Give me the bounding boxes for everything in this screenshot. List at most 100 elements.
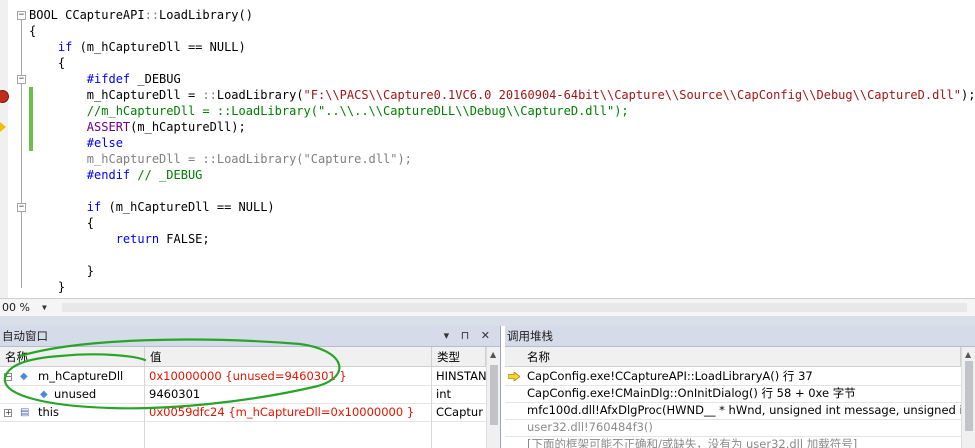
code-token: if — [86, 200, 102, 214]
autos-type: CCaptur — [436, 405, 483, 419]
autos-value[interactable]: 0x10000000 {unused=9460301 } — [149, 368, 429, 385]
collapse-icon[interactable]: − — [17, 203, 26, 212]
call-stack-header-name[interactable]: 名称 — [505, 347, 961, 367]
code-line[interactable]: return FALSE; — [29, 231, 210, 247]
call-stack-frame[interactable]: CapConfig.exe!CMainDlg::OnInitDialog() 行… — [505, 385, 961, 403]
code-token: if — [57, 40, 73, 54]
code-token: // _DEBUG — [130, 168, 203, 182]
code-line[interactable]: ASSERT(m_hCaptureDll); — [29, 119, 246, 135]
autos-name: unused — [54, 387, 97, 401]
code-editor[interactable]: − − − BOOL CCaptureAPI::LoadLibrary(){ if … — [0, 0, 975, 298]
code-token: { — [29, 216, 95, 230]
code-line[interactable]: #ifdef _DEBUG — [29, 71, 181, 87]
collapse-icon[interactable]: − — [17, 11, 26, 20]
code-line[interactable]: if (m_hCaptureDll == NULL) — [29, 39, 246, 55]
autos-window-controls[interactable]: ▾ ⊓ ✕ — [444, 326, 494, 346]
code-line[interactable]: { — [29, 23, 36, 39]
code-line[interactable]: BOOL CCaptureAPI::LoadLibrary() — [29, 7, 253, 23]
call-stack-title: 调用堆栈 — [507, 329, 553, 343]
code-token: BOOL CCaptureAPI — [29, 8, 145, 22]
object-icon: ▤ — [20, 407, 30, 418]
code-token: { — [29, 56, 66, 70]
expand-icon[interactable]: + — [4, 409, 12, 417]
code-line[interactable]: } — [29, 263, 94, 279]
code-token: (m_hCaptureDll == NULL) — [101, 200, 275, 214]
collapse-icon[interactable]: − — [4, 373, 12, 381]
call-stack-vertical-scrollbar[interactable]: ▲ — [961, 347, 975, 448]
code-line[interactable]: m_hCaptureDll = ::LoadLibrary("Capture.d… — [29, 151, 412, 167]
call-stack-frame[interactable]: [下面的框架可能不正确和/或缺失，没有为 user32.dll 加载符号] — [505, 436, 961, 448]
call-stack-window: 调用堆栈 名称 CapConfig.exe!CCaptureAPI::LoadL… — [505, 326, 975, 448]
code-token: "F:\\PACS\\Capture0.1VC6.0 20160904-64bi… — [303, 88, 961, 102]
autos-header-value[interactable]: 值 — [145, 347, 432, 367]
code-token: ASSERT — [86, 120, 131, 134]
zoom-dropdown-icon[interactable]: ▼ — [42, 303, 47, 312]
current-frame-arrow-icon — [508, 372, 520, 381]
editor-status-bar: 00 % ▼ — [0, 298, 975, 316]
code-token: //m_hCaptureDll = ::LoadLibrary("..\\..\… — [29, 104, 629, 118]
autos-title: 自动窗口 — [2, 329, 48, 343]
autos-row[interactable]: ◆ unused 9460301 int — [0, 386, 500, 404]
autos-name: m_hCaptureDll — [38, 369, 124, 383]
autos-header-name[interactable]: 名称 — [0, 347, 145, 367]
call-stack-frame-text: user32.dll!760484f3() — [527, 420, 653, 434]
code-line[interactable]: #endif // _DEBUG — [29, 167, 203, 183]
autos-title-bar: 自动窗口 ▾ ⊓ ✕ — [0, 326, 500, 347]
autos-window: 自动窗口 ▾ ⊓ ✕ 名称 值 类型 − ◆ m_hCaptureDll 0x1000… — [0, 326, 501, 448]
code-line[interactable]: { — [29, 215, 94, 231]
call-stack-frame[interactable]: user32.dll!760484f3() — [505, 419, 961, 437]
code-token: } — [29, 280, 66, 294]
call-stack-frame-text: CapConfig.exe!CMainDlg::OnInitDialog() 行… — [527, 386, 856, 400]
scroll-thumb[interactable] — [965, 361, 973, 431]
call-stack-frame-text: mfc100d.dll!AfxDlgProc(HWND__ * hWnd, un… — [527, 403, 961, 417]
code-line[interactable]: #else — [29, 135, 123, 151]
code-token: :: — [144, 8, 160, 22]
code-line[interactable]: m_hCaptureDll = ::LoadLibrary("F:\\PACS\… — [29, 87, 975, 103]
code-token: { — [29, 24, 37, 38]
code-line[interactable]: } — [29, 279, 65, 295]
call-stack-frame-text: [下面的框架可能不正确和/或缺失，没有为 user32.dll 加载符号] — [527, 437, 858, 448]
code-token: LoadLibrary() — [159, 8, 253, 22]
code-line[interactable]: if (m_hCaptureDll == NULL) — [29, 199, 275, 215]
call-stack-frame[interactable]: mfc100d.dll!AfxDlgProc(HWND__ * hWnd, un… — [505, 402, 961, 420]
call-stack-frame-text: CapConfig.exe!CCaptureAPI::LoadLibraryA(… — [527, 369, 813, 383]
code-token: #ifdef — [86, 72, 131, 86]
autos-header-type[interactable]: 类型 — [432, 347, 486, 367]
scroll-thumb[interactable] — [490, 365, 498, 425]
code-token: #else — [86, 136, 123, 150]
autos-value[interactable]: 0x0059dfc24 {m_hCaptureDll=0x10000000 } — [149, 404, 429, 421]
autos-row[interactable]: − ◆ m_hCaptureDll 0x10000000 {unused=946030… — [0, 368, 500, 386]
call-stack-frame[interactable]: CapConfig.exe!CCaptureAPI::LoadLibraryA(… — [505, 368, 961, 386]
code-token: FALSE; — [159, 232, 210, 246]
call-stack-title-bar: 调用堆栈 — [505, 326, 975, 347]
code-token: } — [29, 264, 95, 278]
code-token: ); — [961, 88, 975, 102]
autos-row[interactable]: + ▤ this 0x0059dfc24 {m_hCaptureDll=0x10000… — [0, 404, 500, 422]
code-token: (m_hCaptureDll); — [130, 120, 246, 134]
collapse-icon[interactable]: − — [17, 75, 26, 84]
horizontal-scrollbar[interactable] — [62, 303, 967, 312]
panel-splitter[interactable] — [0, 316, 975, 326]
outline-line — [21, 84, 22, 174]
code-token: _DEBUG — [130, 72, 181, 86]
autos-name: this — [38, 405, 59, 419]
scroll-up-icon[interactable]: ▲ — [965, 350, 971, 359]
autos-vertical-scrollbar[interactable]: ▲ — [486, 347, 500, 448]
variable-icon: ◆ — [40, 389, 48, 400]
code-line[interactable]: //m_hCaptureDll = ::LoadLibrary("..\\..\… — [29, 103, 629, 119]
autos-type: int — [436, 387, 451, 401]
scroll-up-icon[interactable]: ▲ — [490, 350, 496, 359]
zoom-level[interactable]: 00 % — [0, 299, 30, 316]
variable-icon: ◆ — [20, 371, 28, 382]
code-token: m_hCaptureDll = — [29, 88, 203, 102]
code-line[interactable]: { — [29, 55, 65, 71]
breakpoint-margin[interactable] — [0, 0, 8, 298]
autos-value[interactable]: 9460301 — [149, 386, 429, 403]
code-token: (m_hCaptureDll == NULL) — [72, 40, 246, 54]
